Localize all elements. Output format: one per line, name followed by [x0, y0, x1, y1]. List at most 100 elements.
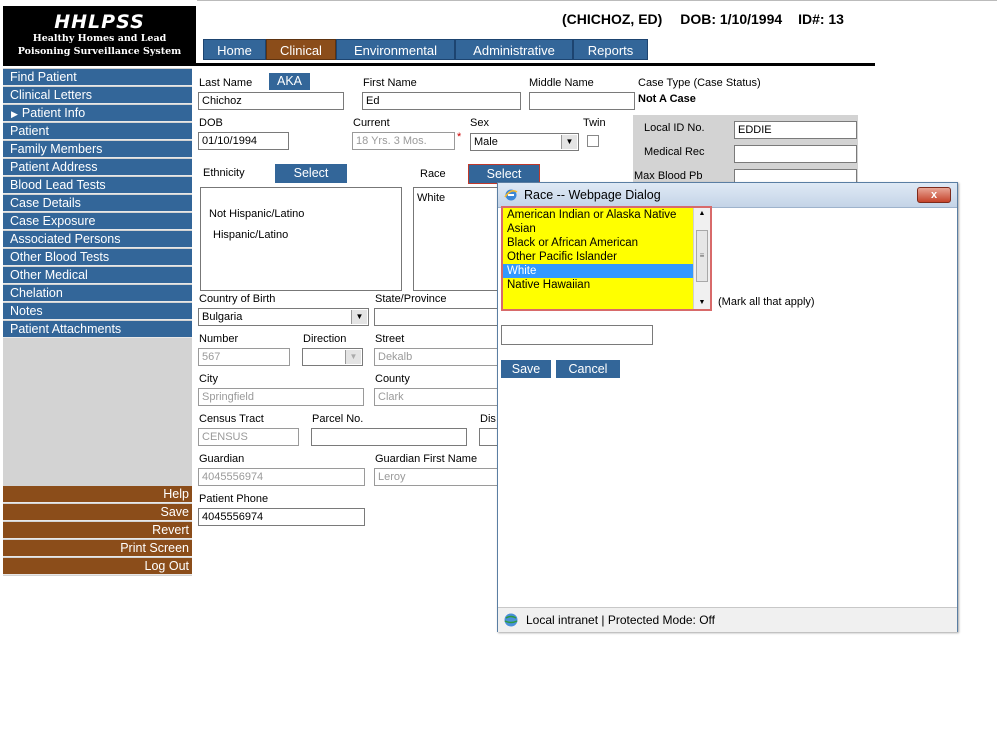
- list-item[interactable]: American Indian or Alaska Native: [503, 208, 710, 222]
- sidebar-item-find-patient[interactable]: Find Patient: [3, 69, 192, 86]
- sidebar-item-patient-info[interactable]: ▶ Patient Info: [3, 105, 192, 122]
- race-options-list[interactable]: American Indian or Alaska Native Asian B…: [501, 206, 712, 311]
- dialog-cancel-button[interactable]: Cancel: [556, 360, 620, 378]
- middle-name-field[interactable]: [529, 92, 635, 110]
- aka-button[interactable]: AKA: [269, 73, 310, 90]
- sidebar-item-clinical-letters[interactable]: Clinical Letters: [3, 87, 192, 104]
- top-divider: [197, 0, 997, 1]
- country-value: Bulgaria: [202, 311, 243, 323]
- race-text-field[interactable]: [501, 325, 653, 345]
- logo-line1: Healthy Homes and Lead: [32, 33, 167, 44]
- ethnicity-option[interactable]: Hispanic/Latino: [213, 229, 288, 241]
- sidebar-item-patient-address[interactable]: Patient Address: [3, 159, 192, 176]
- current-item-arrow-icon: ▶: [11, 109, 18, 119]
- medical-rec-field[interactable]: [734, 145, 857, 163]
- guardian-first-name-label: Guardian First Name: [375, 453, 478, 465]
- sidebar-item-associated-persons[interactable]: Associated Persons: [3, 231, 192, 248]
- ethnicity-option[interactable]: Not Hispanic/Latino: [209, 208, 304, 220]
- app-logo: HHLPSS Healthy Homes and Lead Poisoning …: [3, 6, 196, 64]
- sidebar-item-label: Patient Info: [21, 106, 86, 120]
- guardian-label: Guardian: [199, 453, 245, 465]
- required-marker: *: [457, 131, 462, 143]
- max-blood-pb-label: Max Blood Pb: [634, 170, 703, 182]
- list-item-selected[interactable]: White: [503, 264, 710, 278]
- list-item[interactable]: Other Pacific Islander: [503, 250, 710, 264]
- last-name-label: Last Name: [199, 77, 253, 89]
- race-list[interactable]: White: [413, 187, 503, 291]
- country-of-birth-select[interactable]: Bulgaria ▼: [198, 308, 369, 326]
- list-item[interactable]: Native Hawaiian: [503, 278, 710, 292]
- list-item[interactable]: Asian: [503, 222, 710, 236]
- patient-phone-field[interactable]: 4045556974: [198, 508, 365, 526]
- middle-name-label: Middle Name: [529, 77, 594, 89]
- sidebar-item-case-details[interactable]: Case Details: [3, 195, 192, 212]
- sidebar-item-chelation[interactable]: Chelation: [3, 285, 192, 302]
- dialog-statusbar: Local intranet | Protected Mode: Off: [498, 607, 957, 632]
- last-name-field[interactable]: Chichoz: [198, 92, 344, 110]
- tab-environmental[interactable]: Environmental: [336, 39, 455, 60]
- direction-select[interactable]: ▼: [302, 348, 363, 366]
- sex-select[interactable]: Male ▼: [470, 133, 579, 151]
- first-name-field[interactable]: Ed: [362, 92, 521, 110]
- number-label: Number: [199, 333, 239, 345]
- save-button[interactable]: Save: [3, 504, 192, 521]
- race-select-button[interactable]: Select: [468, 164, 540, 184]
- number-field[interactable]: 567: [198, 348, 290, 366]
- current-age-field: 18 Yrs. 3 Mos.: [352, 132, 455, 150]
- state-province-field[interactable]: [374, 308, 500, 326]
- sidebar-item-patient-attachments[interactable]: Patient Attachments: [3, 321, 192, 338]
- sex-label: Sex: [470, 117, 489, 129]
- sidebar-item-blood-lead-tests[interactable]: Blood Lead Tests: [3, 177, 192, 194]
- scroll-up-icon[interactable]: ▲: [694, 208, 710, 220]
- list-item[interactable]: Black or African American: [503, 236, 710, 250]
- race-value: White: [417, 192, 446, 204]
- log-out-button[interactable]: Log Out: [3, 558, 192, 575]
- mark-all-hint: (Mark all that apply): [718, 296, 815, 308]
- city-field[interactable]: Springfield: [198, 388, 364, 406]
- ethnicity-select-button[interactable]: Select: [275, 164, 347, 183]
- dob-field[interactable]: 01/10/1994: [198, 132, 289, 150]
- census-tract-field[interactable]: CENSUS: [198, 428, 299, 446]
- logo-line2: Poisoning Surveillance System: [17, 46, 182, 57]
- tab-clinical[interactable]: Clinical: [266, 39, 336, 60]
- parcel-no-label: Parcel No.: [312, 413, 364, 425]
- ethnicity-list[interactable]: Not Hispanic/Latino Hispanic/Latino: [200, 187, 402, 291]
- close-button[interactable]: x: [917, 187, 951, 203]
- sidebar-item-other-medical[interactable]: Other Medical: [3, 267, 192, 284]
- tab-administrative[interactable]: Administrative: [455, 39, 573, 60]
- status-text: Local intranet | Protected Mode: Off: [526, 613, 715, 627]
- first-name-label: First Name: [363, 77, 417, 89]
- twin-checkbox[interactable]: [587, 135, 599, 147]
- header-rule: [3, 63, 875, 66]
- street-field[interactable]: Dekalb: [374, 348, 500, 366]
- guardian-field[interactable]: 4045556974: [198, 468, 365, 486]
- scroll-thumb[interactable]: ≡: [696, 230, 708, 282]
- census-tract-label: Census Tract: [199, 413, 264, 425]
- district-label: Dis: [480, 413, 496, 425]
- medical-rec-label: Medical Rec: [644, 146, 705, 158]
- sidebar-item-notes[interactable]: Notes: [3, 303, 192, 320]
- tab-reports[interactable]: Reports: [573, 39, 648, 60]
- sidebar-item-other-blood-tests[interactable]: Other Blood Tests: [3, 249, 192, 266]
- sidebar-item-family-members[interactable]: Family Members: [3, 141, 192, 158]
- parcel-no-field[interactable]: [311, 428, 467, 446]
- help-button[interactable]: Help: [3, 486, 192, 503]
- dialog-save-button[interactable]: Save: [501, 360, 551, 378]
- scrollbar[interactable]: ▲ ≡ ▼: [693, 208, 710, 309]
- close-icon: x: [930, 189, 938, 201]
- tab-home[interactable]: Home: [203, 39, 266, 60]
- print-screen-button[interactable]: Print Screen: [3, 540, 192, 557]
- sidebar-item-case-exposure[interactable]: Case Exposure: [3, 213, 192, 230]
- guardian-first-name-field[interactable]: Leroy: [374, 468, 500, 486]
- sidebar-item-patient[interactable]: Patient: [3, 123, 192, 140]
- street-label: Street: [375, 333, 405, 345]
- dialog-title: Race -- Webpage Dialog: [524, 188, 661, 202]
- chevron-down-icon: ▼: [345, 350, 361, 364]
- chevron-down-icon: ▼: [561, 135, 577, 149]
- county-field[interactable]: Clark: [374, 388, 500, 406]
- dialog-titlebar[interactable]: Race -- Webpage Dialog x: [498, 183, 957, 208]
- logo-title: HHLPSS: [54, 11, 145, 33]
- local-id-field[interactable]: EDDIE: [734, 121, 857, 139]
- scroll-down-icon[interactable]: ▼: [694, 297, 710, 309]
- revert-button[interactable]: Revert: [3, 522, 192, 539]
